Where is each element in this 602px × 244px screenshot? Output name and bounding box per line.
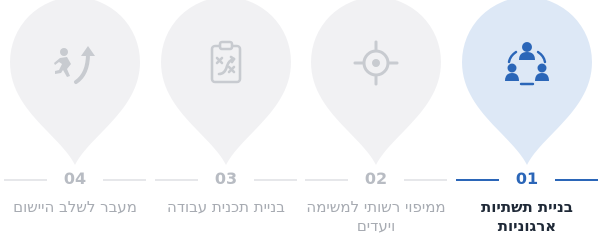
divider-line bbox=[4, 179, 47, 181]
divider-line bbox=[103, 179, 146, 181]
process-steps: { "steps": [ { "number": "01", "label": … bbox=[0, 0, 602, 244]
step-04[interactable]: 04 מעבר לשלב היישום bbox=[0, 0, 150, 244]
step-number-row: 01 bbox=[452, 168, 602, 190]
step-number-row: 02 bbox=[301, 168, 451, 190]
team-structure-icon bbox=[502, 38, 552, 88]
target-crosshair-icon bbox=[351, 38, 401, 88]
runner-arrow-icon bbox=[50, 38, 100, 88]
step-number: 04 bbox=[63, 169, 87, 188]
divider-line bbox=[555, 179, 598, 181]
step-01[interactable]: 01 בניית תשתיות ארגוניות bbox=[452, 0, 602, 244]
step-number: 01 bbox=[515, 169, 539, 188]
divider-line bbox=[155, 179, 198, 181]
step-number: 02 bbox=[364, 169, 388, 188]
divider-line bbox=[456, 179, 499, 181]
step-label: בניית תכנית עבודה bbox=[167, 198, 285, 216]
step-label: מעבר לשלב היישום bbox=[13, 198, 137, 216]
divider-line bbox=[305, 179, 348, 181]
step-number-row: 04 bbox=[0, 168, 150, 190]
step-02[interactable]: 02 ממיפוי רשותי למשימה ויעדים bbox=[301, 0, 451, 244]
divider-line bbox=[404, 179, 447, 181]
step-label: בניית תשתיות ארגוניות bbox=[481, 198, 573, 235]
divider-line bbox=[254, 179, 297, 181]
step-label: ממיפוי רשותי למשימה ויעדים bbox=[306, 198, 446, 235]
step-03[interactable]: 03 בניית תכנית עבודה bbox=[151, 0, 301, 244]
step-number-row: 03 bbox=[151, 168, 301, 190]
step-number: 03 bbox=[214, 169, 238, 188]
strategy-clipboard-icon bbox=[201, 38, 251, 88]
